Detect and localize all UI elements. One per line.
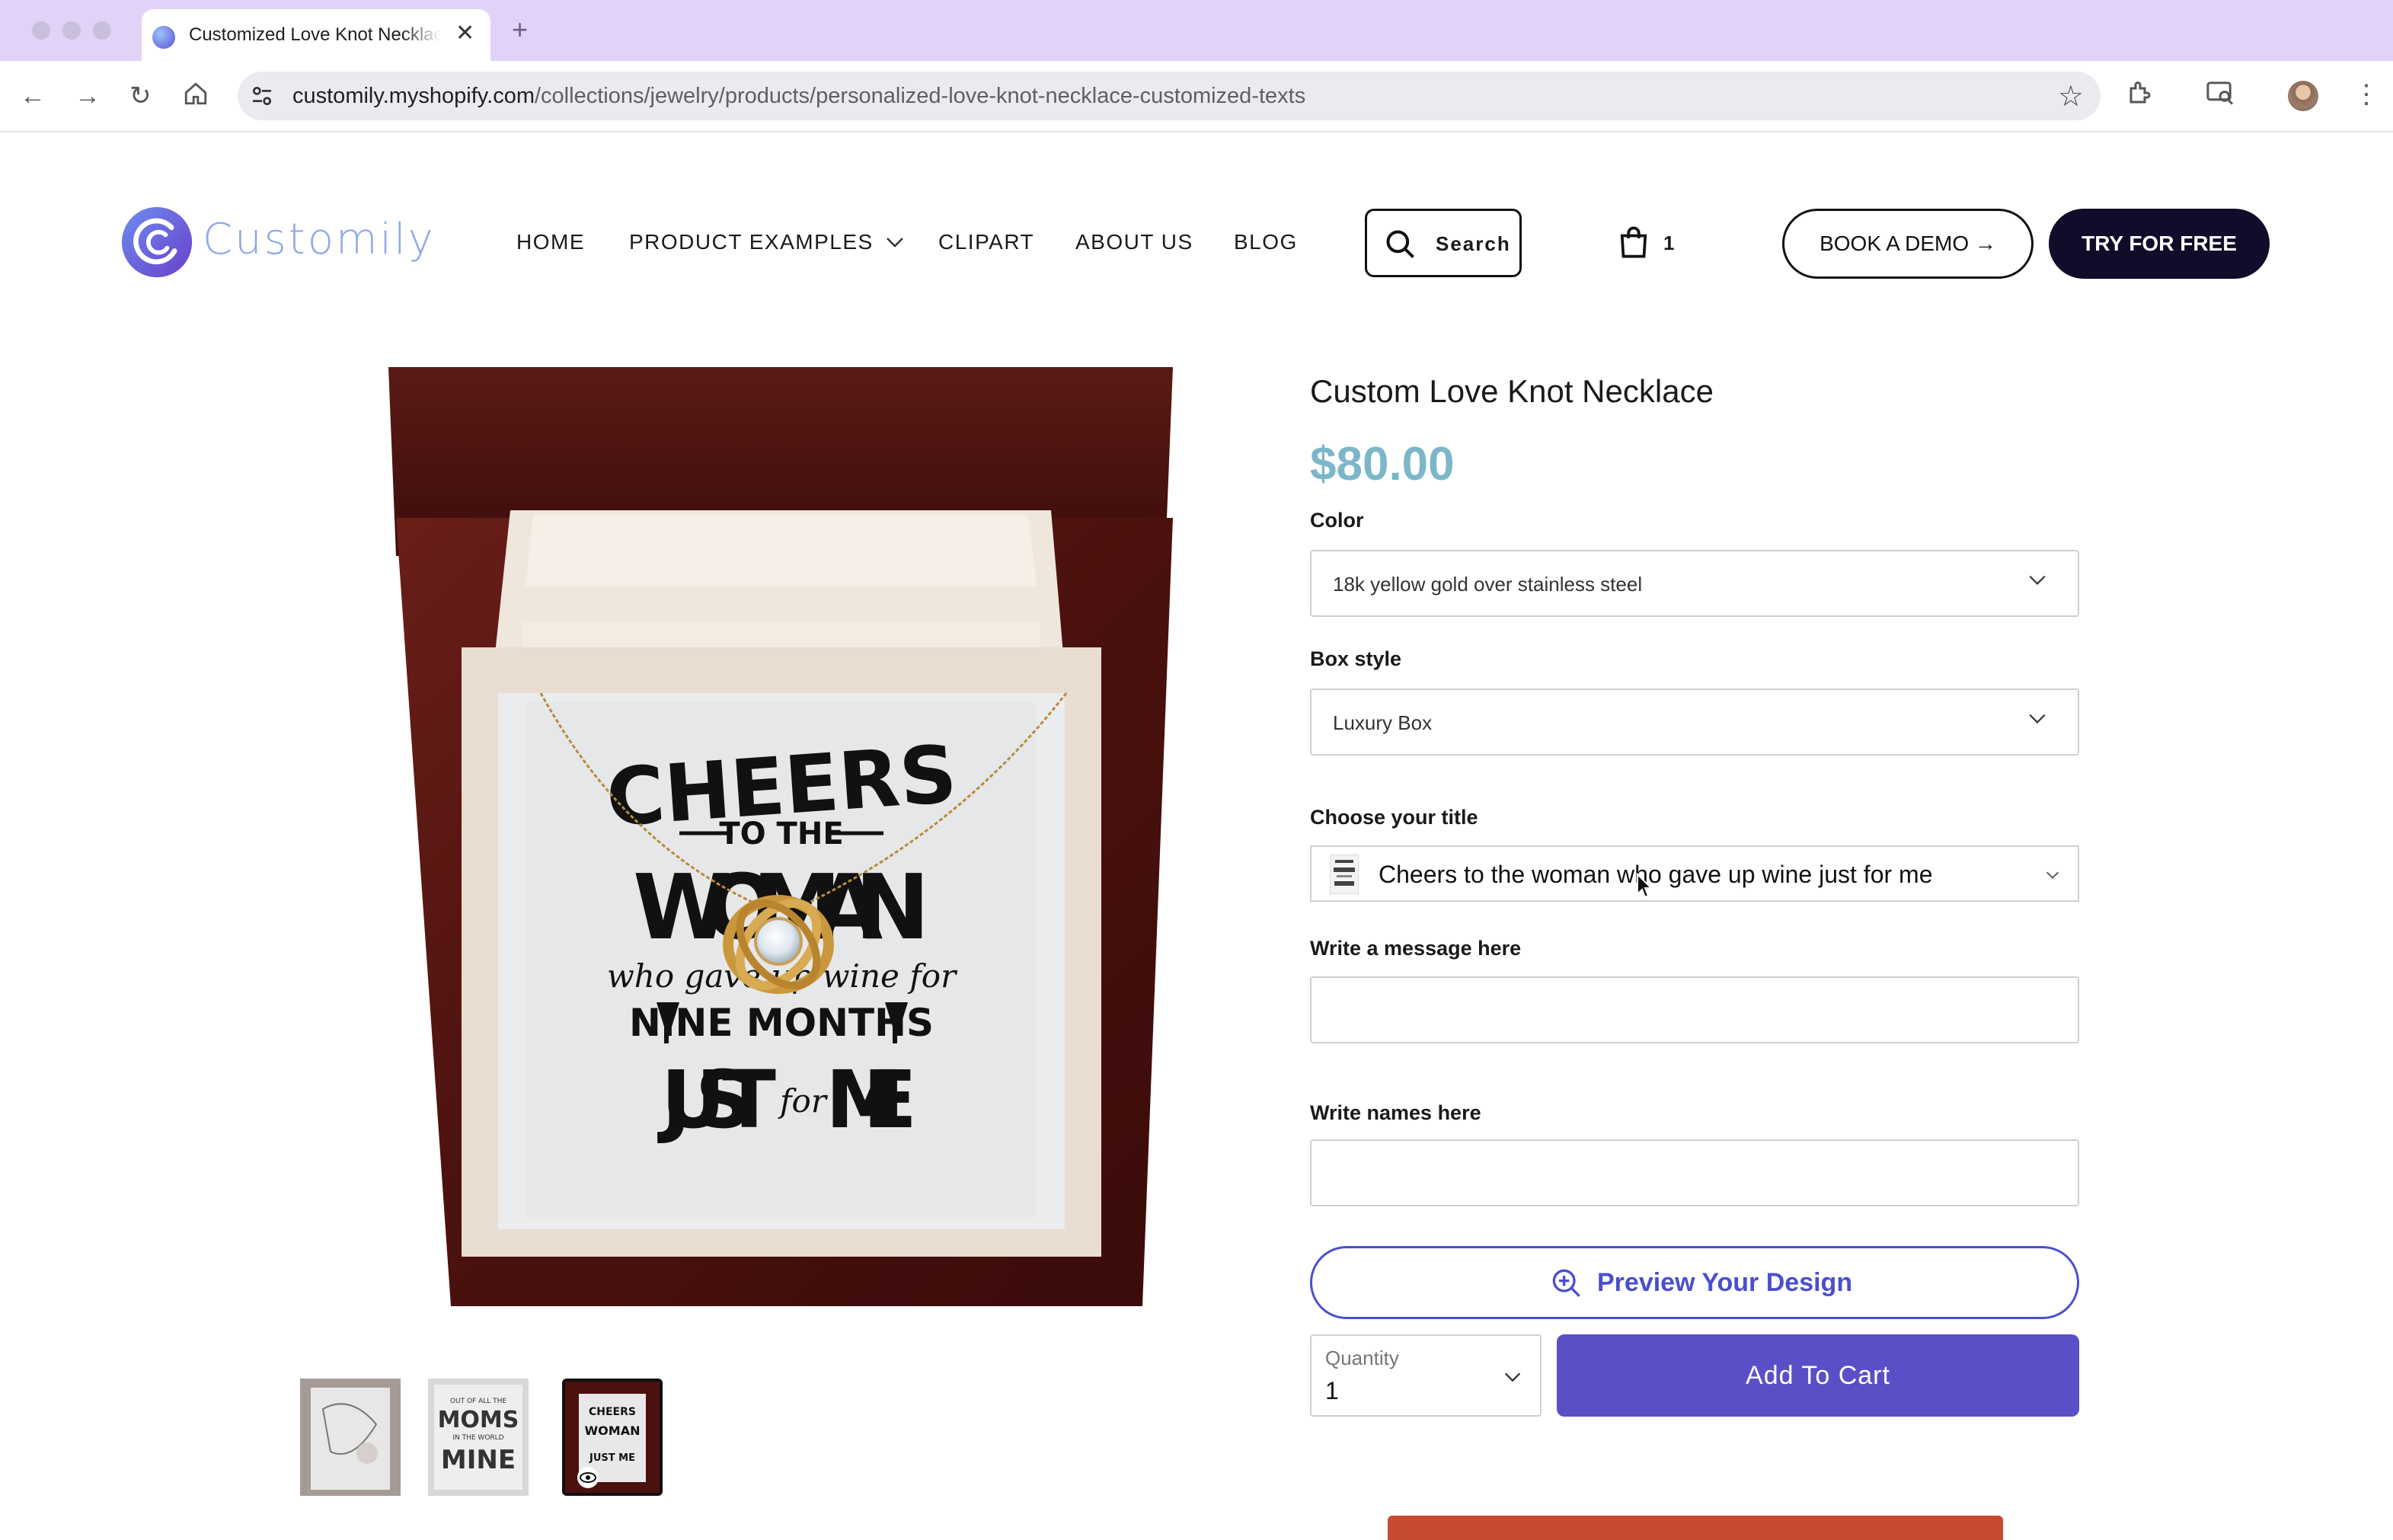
extensions-icon[interactable] [2126,79,2154,113]
names-input[interactable] [1310,1139,2079,1206]
tab-search-icon[interactable] [2206,79,2235,113]
address-bar[interactable]: customily.myshopify.com/collections/jewe… [238,72,2101,120]
thumb-moms-line2: MOMS [438,1407,519,1433]
zoom-in-icon [1552,1269,1580,1297]
card-line-for: for [778,1082,829,1120]
buy-now-button[interactable] [1388,1516,2003,1540]
chevron-down-icon [1504,1372,1521,1382]
box-style-label: Box style [1310,647,1402,670]
tab-title: Customized Love Knot Necklace [189,24,440,45]
add-to-cart-button[interactable]: Add To Cart [1557,1334,2079,1417]
message-label: Write a message here [1310,937,1522,960]
browser-toolbar: ← → ↻ customily.myshopify.com/collection… [0,61,2393,133]
nav-home[interactable]: HOME [516,230,585,254]
back-icon[interactable]: ← [20,81,46,111]
url-text: customily.myshopify.com/collections/jewe… [292,84,1306,108]
names-label: Write names here [1310,1101,1481,1124]
customily-logo-icon[interactable] [120,206,193,279]
thumbnail-cheers-selected[interactable]: CHEERS WOMAN JUST ME [562,1379,663,1496]
search-icon [1386,230,1414,258]
book-demo-button[interactable]: BOOK A DEMO → [1782,209,2034,279]
thumbnail-moms[interactable]: OUT OF ALL THE MOMS IN THE WORLD MINE [428,1379,529,1496]
site-settings-icon[interactable] [250,84,274,108]
try-for-free-button[interactable]: TRY FOR FREE [2049,209,2270,279]
color-select[interactable]: 18k yellow gold over stainless steel [1310,550,2079,617]
chevron-down-icon [2029,575,2046,585]
thumb-moms-line3: IN THE WORLD [452,1434,503,1442]
mouse-cursor-icon [1637,873,1653,899]
forward-icon[interactable]: → [75,81,101,111]
browser-tab-active[interactable]: Customized Love Knot Necklace ✕ [142,9,490,61]
cart-bag-icon[interactable] [1618,225,1650,259]
close-tab-icon[interactable]: ✕ [455,20,474,46]
profile-avatar[interactable] [2288,81,2318,111]
site-favicon-icon [152,26,175,49]
preview-design-button[interactable]: Preview Your Design [1310,1246,2079,1319]
chevron-down-icon [2046,871,2059,879]
thumb-cheers-line1: CHEERS [589,1406,636,1418]
thumb-cheers-line2: WOMAN [585,1423,641,1438]
product-title: Custom Love Knot Necklace [1310,373,1714,409]
message-input[interactable] [1310,976,2079,1043]
box-style-value: Luxury Box [1333,711,1433,734]
title-option-thumbnail [1330,855,1359,894]
home-icon[interactable] [183,81,209,113]
color-value: 18k yellow gold over stainless steel [1333,573,1643,596]
quantity-label: Quantity [1325,1347,1399,1369]
chevron-down-icon [2029,714,2046,724]
quantity-value: 1 [1325,1377,1339,1404]
title-select[interactable]: Cheers to the woman who gave up wine jus… [1310,845,2079,902]
browser-menu-icon[interactable]: ⋮ [2353,79,2379,110]
window-close-dot[interactable] [32,21,50,40]
search-label: Search [1436,232,1511,255]
nav-product-examples[interactable]: PRODUCT EXAMPLES [629,230,905,254]
quantity-select[interactable]: Quantity 1 [1310,1334,1542,1417]
bookmark-star-icon[interactable]: ☆ [2058,79,2084,113]
choose-title-label: Choose your title [1310,806,1478,829]
thumbnail-motherhood[interactable] [300,1379,401,1496]
logo-wordmark[interactable]: Customily [203,215,436,264]
reload-icon[interactable]: ↻ [129,81,152,111]
color-label: Color [1310,509,1364,532]
thumb-moms-line4: MINE [441,1445,516,1475]
card-line-just: JUST [657,1053,776,1146]
new-tab-icon[interactable]: + [512,14,528,46]
thumb-cheers-line3: JUST ME [589,1452,635,1464]
browser-tab-strip: Customized Love Knot Necklace ✕ + [0,0,2393,61]
card-line-me: ME [826,1053,917,1146]
window-zoom-dot[interactable] [93,21,111,40]
eye-icon [577,1467,599,1488]
preview-label: Preview Your Design [1597,1268,1853,1297]
search-button[interactable]: Search [1365,209,1522,277]
product-price: $80.00 [1310,438,1455,490]
box-style-select[interactable]: Luxury Box [1310,689,2079,756]
product-main-image[interactable]: CHEERS TO THE WOMAN who gave up wine for… [381,358,1188,1310]
title-value: Cheers to the woman who gave up wine jus… [1379,861,1933,888]
nav-blog[interactable]: BLOG [1234,230,1298,254]
card-line-to-the: TO THE [719,816,843,851]
thumb-moms-line1: OUT OF ALL THE [450,1398,506,1405]
nav-clipart[interactable]: CLIPART [938,230,1034,254]
window-minimize-dot[interactable] [62,21,81,40]
nav-about-us[interactable]: ABOUT US [1075,230,1193,254]
cart-count: 1 [1663,232,1675,254]
chevron-down-icon [887,238,903,248]
